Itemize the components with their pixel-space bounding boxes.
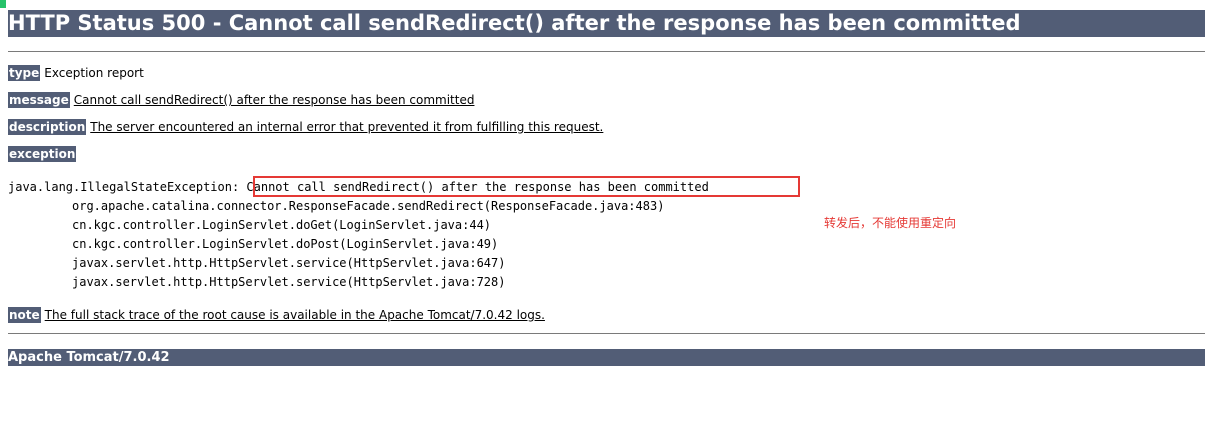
description-label: description <box>8 119 87 135</box>
type-value: Exception report <box>44 66 144 80</box>
stack-frame: cn.kgc.controller.LoginServlet.doPost(Lo… <box>72 237 499 251</box>
message-label: message <box>8 92 70 108</box>
annotation-note: 转发后，不能使用重定向 <box>824 216 957 230</box>
top-divider <box>8 51 1205 52</box>
type-row: type Exception report <box>8 65 144 81</box>
message-row: message Cannot call sendRedirect() after … <box>8 92 474 108</box>
description-value: The server encountered an internal error… <box>90 120 604 134</box>
server-footer: Apache Tomcat/7.0.42 <box>8 349 1205 366</box>
page-title: HTTP Status 500 - Cannot call sendRedire… <box>8 10 1205 37</box>
message-value: Cannot call sendRedirect() after the res… <box>73 93 475 107</box>
highlight-box <box>253 176 800 197</box>
type-label: type <box>8 65 41 81</box>
bottom-divider <box>8 333 1205 334</box>
corner-marker <box>0 0 6 8</box>
note-row: note The full stack trace of the root cau… <box>8 307 545 323</box>
stack-frame: cn.kgc.controller.LoginServlet.doGet(Log… <box>72 218 492 232</box>
stack-frame: javax.servlet.http.HttpServlet.service(H… <box>72 275 506 289</box>
description-row: description The server encountered an int… <box>8 119 603 135</box>
exception-label: exception <box>8 146 77 162</box>
note-label: note <box>8 307 41 323</box>
note-value: The full stack trace of the root cause i… <box>44 308 545 322</box>
exception-row: exception <box>8 146 77 162</box>
stack-frame: org.apache.catalina.connector.ResponseFa… <box>72 199 665 213</box>
stack-frame: javax.servlet.http.HttpServlet.service(H… <box>72 256 506 270</box>
